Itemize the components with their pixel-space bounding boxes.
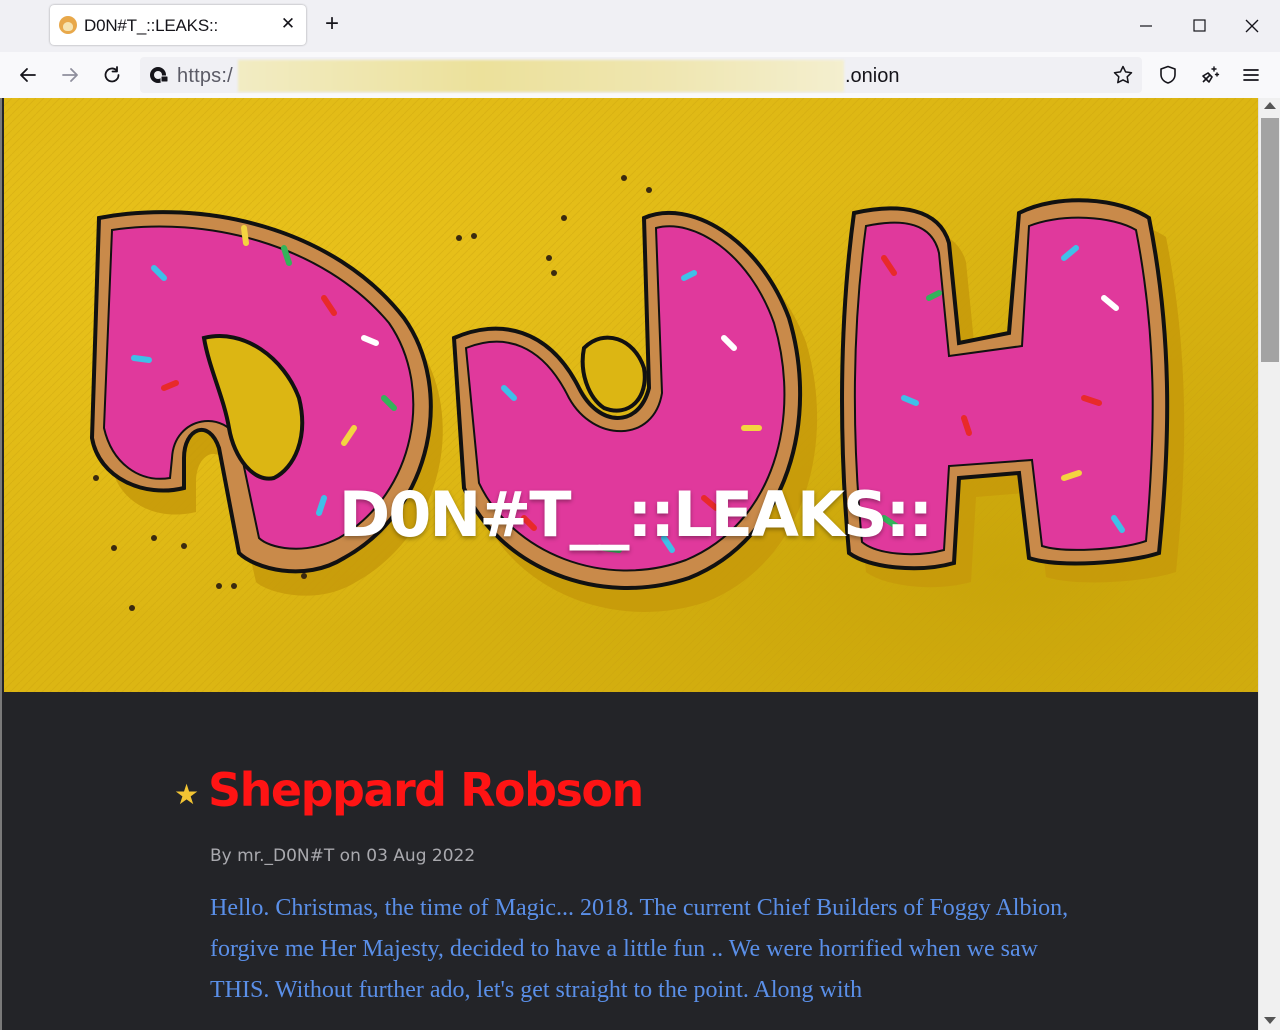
- favicon-icon: [59, 16, 77, 34]
- post-title[interactable]: Sheppard Robson: [208, 763, 644, 817]
- url-domain: .onion: [845, 65, 900, 87]
- tab-title: D0N#T_::LEAKS::: [84, 16, 219, 35]
- bookmark-star-icon[interactable]: [1112, 64, 1134, 86]
- post-body: Hello. Christmas, the time of Magic... 2…: [210, 895, 1069, 1003]
- browser-tab[interactable]: D0N#T_::LEAKS:: ✕: [50, 5, 306, 45]
- menu-hamburger-icon[interactable]: [1240, 64, 1262, 86]
- url-bar[interactable]: https:/ .onion: [140, 57, 1142, 93]
- tab-strip: D0N#T_::LEAKS:: ✕ +: [0, 0, 1280, 52]
- close-tab-icon[interactable]: ✕: [278, 14, 298, 34]
- minimize-icon[interactable]: [1126, 9, 1166, 43]
- scroll-down-arrow-icon[interactable]: [1264, 1017, 1276, 1024]
- url-prefix: https:/: [177, 65, 233, 87]
- scroll-up-arrow-icon[interactable]: [1264, 102, 1276, 109]
- reload-icon[interactable]: [101, 64, 123, 86]
- featured-star-icon: ★: [174, 779, 200, 810]
- shield-icon[interactable]: [1157, 64, 1179, 86]
- page-viewport: D0N#T__::LEAKS:: ★ Sheppard Robson By mr…: [0, 98, 1260, 1030]
- vertical-scrollbar[interactable]: [1258, 98, 1280, 1030]
- new-identity-broom-icon[interactable]: [1199, 64, 1221, 86]
- onion-lock-icon[interactable]: [148, 64, 170, 86]
- hero-banner: D0N#T__::LEAKS::: [4, 98, 1258, 692]
- forward-arrow-icon[interactable]: [59, 64, 81, 86]
- back-arrow-icon[interactable]: [17, 64, 39, 86]
- new-tab-icon[interactable]: +: [320, 12, 344, 36]
- maximize-icon[interactable]: [1179, 9, 1219, 43]
- scrollbar-thumb[interactable]: [1261, 118, 1279, 362]
- donut-doh-artwork: [4, 98, 1258, 692]
- post-meta: By mr._D0N#T on 03 Aug 2022: [210, 846, 476, 866]
- window-close-icon[interactable]: [1232, 9, 1272, 43]
- navigation-bar: https:/ .onion: [0, 52, 1280, 99]
- redacted-url-segment: [238, 60, 844, 92]
- site-title[interactable]: D0N#T__::LEAKS::: [4, 478, 1258, 551]
